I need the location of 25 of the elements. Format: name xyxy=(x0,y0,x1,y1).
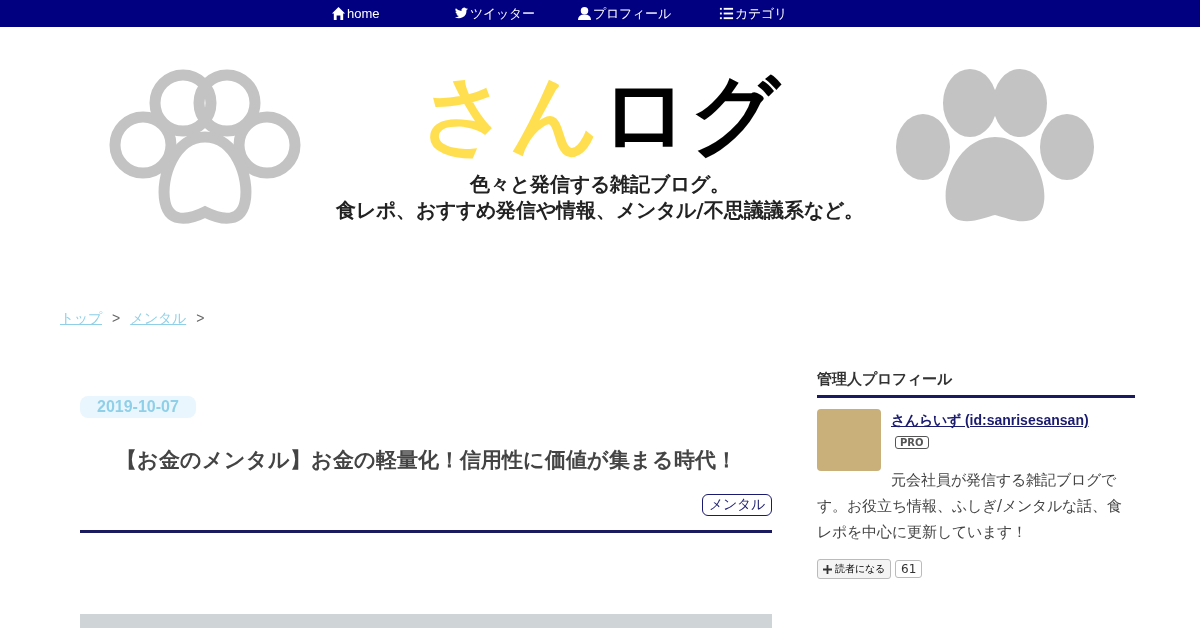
logo-text: さん xyxy=(420,65,600,165)
category-tag[interactable]: メンタル xyxy=(702,494,772,516)
post-date: 2019-10-07 xyxy=(80,396,196,418)
plus-icon xyxy=(823,564,832,574)
profile-description: 元会社員が発信する雑記ブログです。お役立ち情報、ふしぎ/メンタルな話、食レポを中心に更新しています！ xyxy=(817,470,1124,543)
profile-name-link[interactable]: さんらいず (id:sanrisesansan) xyxy=(891,412,1089,430)
article-title: 【お金のメンタル】お金の軽量化！信用性に価値が集まる時代！ xyxy=(114,447,738,474)
avatar-placeholder xyxy=(817,409,881,471)
breadcrumb-separator: > xyxy=(196,310,205,326)
logo-text: ログ xyxy=(600,65,780,165)
subscribe-button[interactable]: 読者になる xyxy=(817,559,891,579)
nav-link[interactable]: home xyxy=(331,6,454,21)
nav-link[interactable]: ツイッター xyxy=(454,4,577,23)
home-icon xyxy=(331,6,346,21)
nav-link[interactable]: プロフィール xyxy=(577,4,719,23)
tagline: 色々と発信する雑記ブログ。 xyxy=(470,171,730,197)
bird-icon xyxy=(454,6,469,21)
tagline: 食レポ、おすすめ発信や情報、メンタル/不思議議系など。 xyxy=(336,197,864,223)
person-icon xyxy=(577,6,592,21)
pro-badge: PRO xyxy=(895,436,929,449)
nav-link[interactable]: カテゴリ xyxy=(719,4,842,23)
list-icon xyxy=(719,6,734,21)
sidebar-heading: 管理人プロフィール xyxy=(817,370,1135,398)
breadcrumb-separator: > xyxy=(112,310,121,326)
subscriber-count: 61 xyxy=(895,560,923,578)
